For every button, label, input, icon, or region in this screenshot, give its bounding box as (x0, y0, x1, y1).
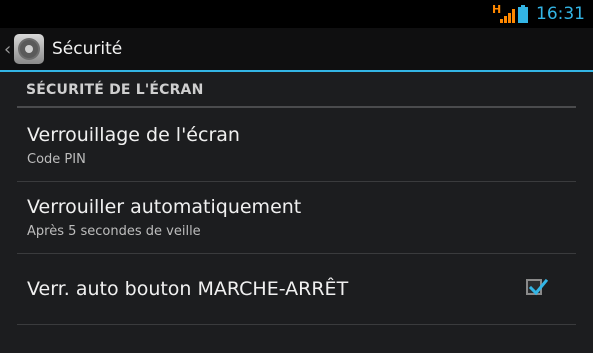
list-divider (17, 324, 576, 325)
pref-auto-lock[interactable]: Verrouiller automatiquement Après 5 seco… (0, 182, 593, 254)
battery-icon (518, 5, 528, 23)
pref-power-button-lock[interactable]: Verr. auto bouton MARCHE-ARRÊT (0, 254, 593, 324)
checkmark-icon (528, 278, 549, 296)
signal-icon: H (492, 3, 515, 25)
pref-summary: Code PIN (27, 152, 86, 167)
pref-screen-lock[interactable]: Verrouillage de l'écran Code PIN (0, 108, 593, 182)
status-clock: 16:31 (536, 4, 585, 24)
up-caret-icon[interactable]: ‹ (4, 39, 12, 60)
status-bar: H 16:31 (0, 0, 593, 28)
power-button-lock-checkbox[interactable] (526, 278, 549, 296)
action-bar: ‹ Sécurité (0, 28, 593, 70)
action-bar-divider (0, 70, 593, 72)
status-icons: H 16:31 (492, 0, 585, 28)
section-header: SÉCURITÉ DE L'ÉCRAN (26, 82, 204, 98)
pref-title: Verrouillage de l'écran (27, 124, 240, 146)
pref-title: Verr. auto bouton MARCHE-ARRÊT (27, 278, 349, 300)
pref-title: Verrouiller automatiquement (27, 196, 302, 218)
page-title: Sécurité (52, 39, 123, 59)
settings-gear-icon[interactable] (14, 34, 44, 64)
pref-summary: Après 5 secondes de veille (27, 224, 201, 239)
